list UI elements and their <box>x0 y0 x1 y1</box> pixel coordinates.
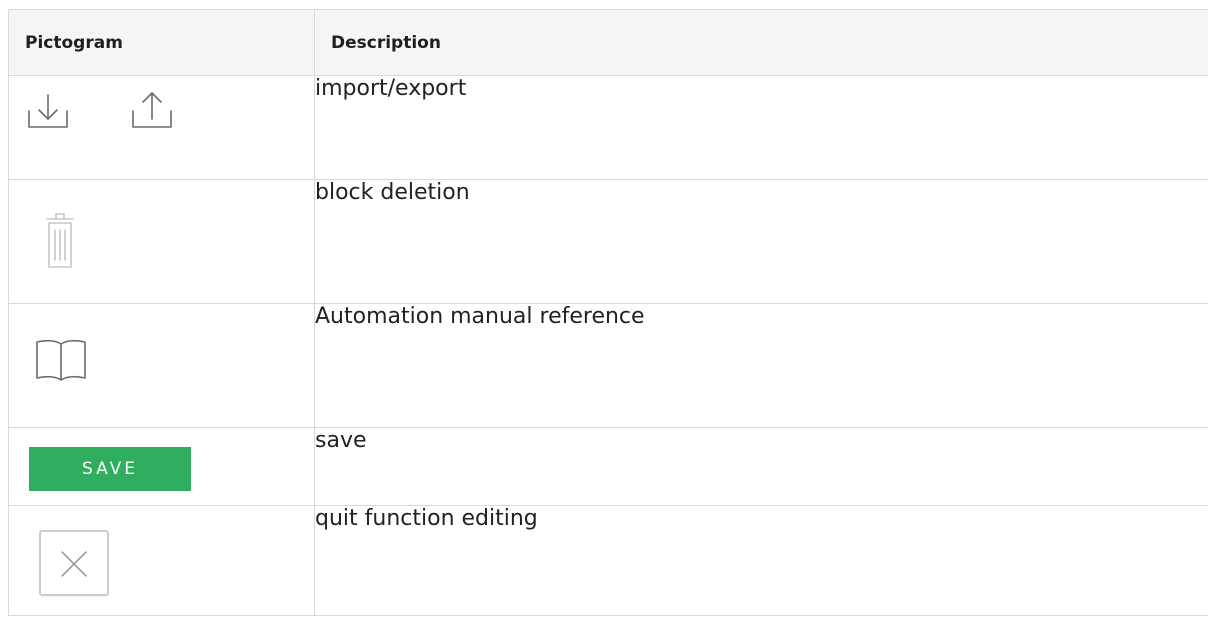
header-row: Pictogram Description <box>8 9 1208 76</box>
pictogram-cell <box>8 75 315 180</box>
table-header: Pictogram Description <box>8 9 1208 76</box>
document-page: Pictogram Description import/export bloc… <box>0 0 1208 631</box>
pictogram-cell <box>8 179 315 304</box>
book-icon <box>36 339 86 381</box>
pictogram-cell: SAVE <box>8 427 315 506</box>
table-row: Automation manual reference <box>8 303 1208 428</box>
table-row: SAVE save <box>8 427 1208 506</box>
table-row: quit function editing <box>8 505 1208 616</box>
pictogram-cell <box>8 303 315 428</box>
header-pictogram: Pictogram <box>8 9 315 76</box>
save-button[interactable]: SAVE <box>29 447 191 491</box>
close-button[interactable] <box>39 530 109 596</box>
description-cell: import/export <box>314 75 1208 180</box>
table-row: block deletion <box>8 179 1208 304</box>
trash-icon <box>46 213 74 268</box>
table-row: import/export <box>8 75 1208 180</box>
description-cell: block deletion <box>314 179 1208 304</box>
pictogram-cell <box>8 505 315 616</box>
header-description: Description <box>314 9 1208 76</box>
import-icon <box>28 94 68 128</box>
description-cell: Automation manual reference <box>314 303 1208 428</box>
close-icon <box>61 551 87 577</box>
description-cell: save <box>314 427 1208 506</box>
description-cell: quit function editing <box>314 505 1208 616</box>
pictogram-table: Pictogram Description import/export bloc… <box>8 9 1208 616</box>
export-icon <box>132 92 172 128</box>
